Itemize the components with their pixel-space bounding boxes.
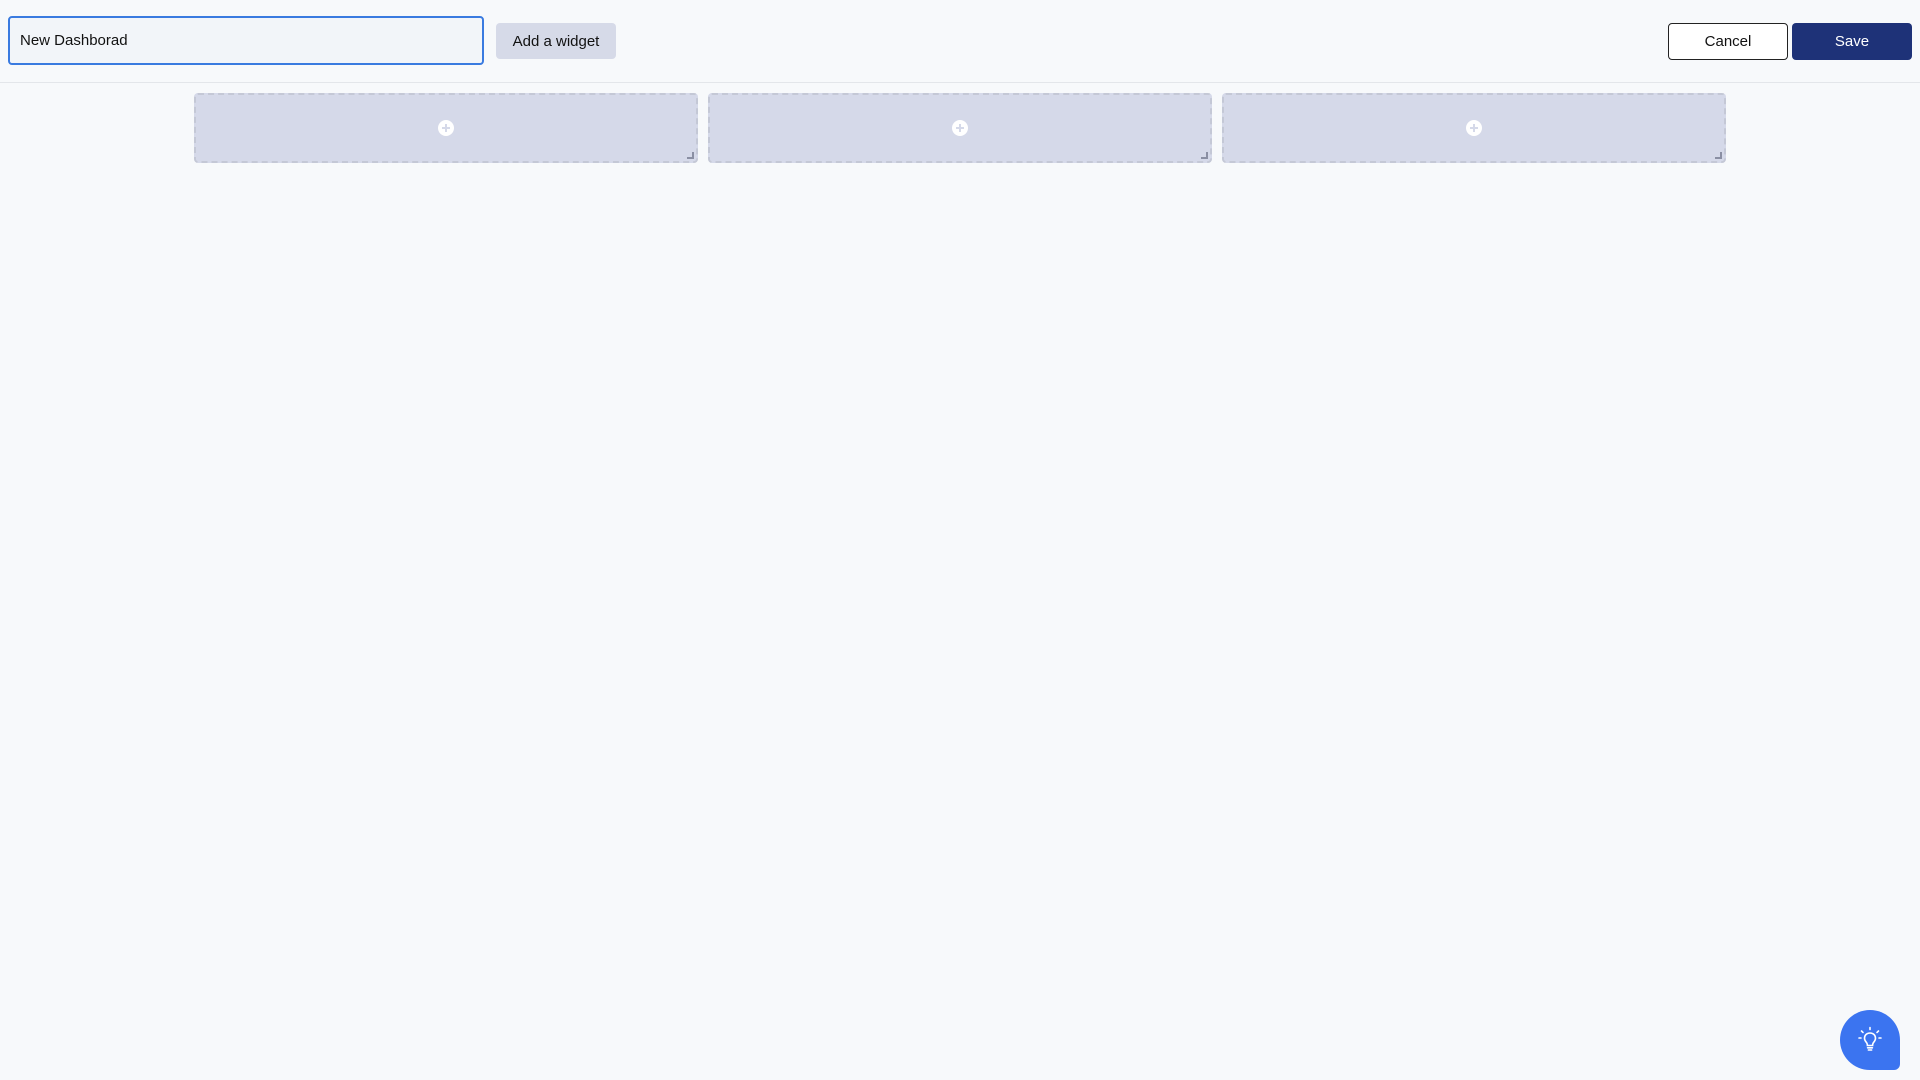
- dashboard-editor-page: Add a widget Cancel Save: [0, 0, 1920, 1080]
- save-button[interactable]: Save: [1792, 23, 1912, 60]
- tips-button[interactable]: [1840, 1010, 1900, 1070]
- editor-toolbar: Add a widget Cancel Save: [0, 0, 1920, 83]
- cancel-button[interactable]: Cancel: [1668, 23, 1788, 60]
- lightbulb-icon: [1858, 1026, 1882, 1051]
- resize-handle-icon[interactable]: [1201, 152, 1208, 159]
- plus-circle-icon[interactable]: [438, 120, 454, 136]
- resize-handle-icon[interactable]: [687, 152, 694, 159]
- plus-circle-icon[interactable]: [952, 120, 968, 136]
- widget-slot-2[interactable]: [708, 93, 1212, 163]
- plus-circle-icon[interactable]: [1466, 120, 1482, 136]
- widget-slot-1[interactable]: [194, 93, 698, 163]
- add-widget-button[interactable]: Add a widget: [496, 23, 616, 59]
- widget-slot-3[interactable]: [1222, 93, 1726, 163]
- resize-handle-icon[interactable]: [1715, 152, 1722, 159]
- dashboard-name-input[interactable]: [8, 16, 484, 65]
